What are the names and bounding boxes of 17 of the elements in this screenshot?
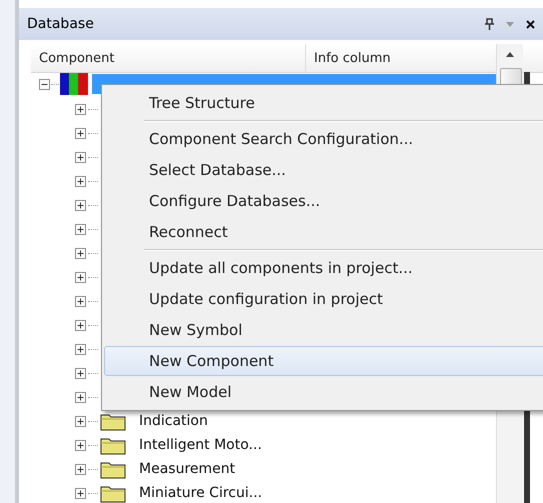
menu-item[interactable]: New Model (104, 377, 543, 407)
tree-item[interactable]: Intelligent Moto... (136, 436, 265, 454)
tree-item[interactable]: Measurement (136, 460, 238, 478)
menu-item[interactable]: New Component (104, 346, 543, 376)
tree-item[interactable]: Indication (136, 412, 211, 430)
menu-item[interactable]: Reconnect (104, 217, 543, 247)
column-header[interactable]: Component (31, 44, 306, 72)
menu-item[interactable]: Select Database... (104, 155, 543, 185)
menu-item[interactable]: New Symbol (104, 315, 543, 345)
menu-item[interactable]: Configure Databases... (104, 186, 543, 216)
menu-item[interactable]: Update all components in project... (104, 253, 543, 283)
panel-title: Database (27, 16, 95, 32)
tree-item[interactable]: Miniature Circui... (136, 484, 266, 502)
menu-item[interactable]: Tree Structure (104, 88, 543, 118)
menu-item[interactable]: Component Search Configuration... (104, 124, 543, 154)
menu-item[interactable]: Update configuration in project (104, 284, 543, 314)
column-header[interactable]: Info column (306, 44, 494, 72)
